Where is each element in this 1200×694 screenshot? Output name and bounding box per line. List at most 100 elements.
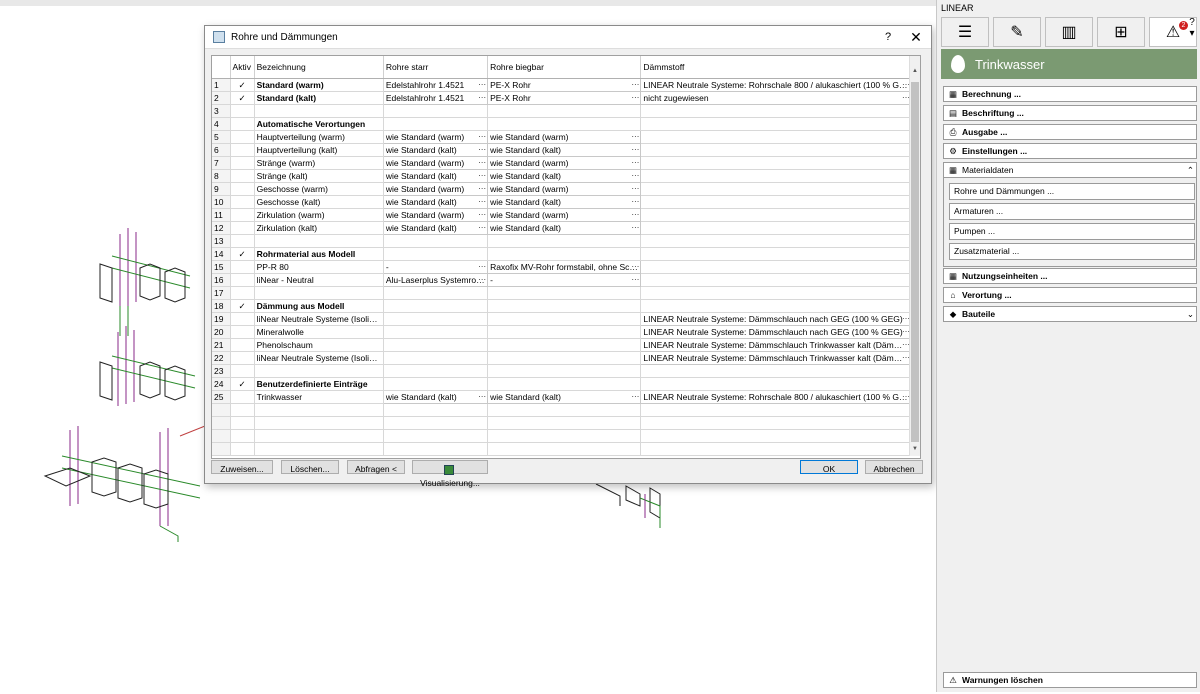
bezeichnung-cell[interactable]: liNear Neutrale Systeme (Isolierschl... [254,312,384,326]
rohre-biegbar-cell[interactable] [487,377,642,391]
header-rohre-starr[interactable]: Rohre starr [383,56,489,79]
aktiv-cell[interactable] [230,260,255,274]
aktiv-cell[interactable] [230,403,255,417]
scroll-thumb[interactable] [911,82,919,442]
table-row[interactable]: 2 ✓ Standard (kalt) Edelstahlrohr 1.4521 ⋯ PE… [212,91,912,105]
rohre-starr-cell[interactable]: Alu-Laserplus Systemrohr,... ⋯ [382,273,489,287]
rohre-starr-cell[interactable]: - ⋯ [382,260,489,274]
rohre-starr-cell[interactable] [383,104,489,118]
daemmstoff-cell[interactable] [640,143,912,157]
bezeichnung-cell[interactable] [254,234,384,248]
rohre-starr-cell[interactable] [383,234,489,248]
rohre-biegbar-cell[interactable]: - ⋯ [487,273,642,287]
rohre-biegbar-cell[interactable]: wie Standard (kalt) ⋯ [487,195,642,209]
rohre-biegbar-cell[interactable]: wie Standard (warm) ⋯ [487,208,642,222]
materialdaten-button[interactable]: ▦ Materialdaten ⌃ [943,162,1197,178]
bezeichnung-cell[interactable] [254,364,384,378]
row-number[interactable]: 20 [212,325,231,339]
rohre-starr-cell[interactable] [383,247,489,261]
bezeichnung-cell[interactable]: Standard (kalt) [254,91,384,105]
row-number[interactable] [212,442,231,456]
rohre-daemmungen-button[interactable]: Rohre und Dämmungen ... [949,183,1195,200]
daemmstoff-cell[interactable] [640,377,912,391]
row-number[interactable]: 1 [212,78,231,92]
rohre-biegbar-cell[interactable] [487,299,642,313]
table-row[interactable]: 4 Automatische Verortungen [212,117,912,131]
bezeichnung-cell[interactable] [254,416,384,430]
scroll-down-arrow-icon[interactable]: ▼ [910,446,920,456]
rohre-biegbar-cell[interactable]: wie Standard (kalt) ⋯ [487,221,642,235]
rohre-starr-cell[interactable] [383,442,489,456]
daemmstoff-cell[interactable] [640,169,912,183]
bezeichnung-cell[interactable]: Geschosse (warm) [254,182,384,196]
row-number[interactable]: 14 [212,247,231,261]
ellipsis-picker-icon[interactable]: ⋯ [478,392,486,403]
table-row[interactable]: 19 liNear Neutrale Systeme (Isolierschl..… [212,312,912,326]
row-number[interactable] [212,416,231,430]
rohre-starr-cell[interactable] [383,429,489,443]
bezeichnung-cell[interactable]: Phenolschaum [254,338,384,352]
daemmstoff-cell[interactable] [640,416,912,430]
bezeichnung-cell[interactable]: Benutzerdefinierte Einträge [254,377,384,391]
delete-button[interactable]: Löschen... [281,460,339,474]
header-rohre-biegbar[interactable]: Rohre biegbar [487,56,642,79]
aktiv-cell[interactable] [230,273,255,287]
row-number[interactable]: 15 [212,260,231,274]
aktiv-cell[interactable]: ✓ [230,91,255,105]
rohre-biegbar-cell[interactable] [487,325,642,339]
daemmstoff-cell[interactable]: LINEAR Neutrale Systeme: Dämmschlauch na… [640,325,912,339]
daemmstoff-cell[interactable]: LINEAR Neutrale Systeme: Dämmschlauch na… [640,312,912,326]
ellipsis-picker-icon[interactable]: ⋯ [478,80,486,91]
pumpen-button[interactable]: Pumpen ... [949,223,1195,240]
rohre-starr-cell[interactable]: wie Standard (kalt) ⋯ [382,390,489,404]
aktiv-cell[interactable] [230,416,255,430]
header-aktiv[interactable]: Aktiv [230,56,255,79]
ellipsis-picker-icon[interactable]: ⋯ [631,262,639,273]
table-row[interactable]: 7 Stränge (warm) wie Standard (warm) ⋯ wie S… [212,156,912,170]
aktiv-cell[interactable] [230,286,255,300]
rohre-starr-cell[interactable] [383,299,489,313]
tab-sliders[interactable]: ☰ [941,17,989,47]
daemmstoff-cell[interactable] [640,299,912,313]
aktiv-cell[interactable]: ✓ [230,78,255,92]
table-row[interactable] [212,442,912,456]
rohre-starr-cell[interactable]: Edelstahlrohr 1.4521 ⋯ [382,78,489,92]
row-number[interactable] [212,429,231,443]
aktiv-cell[interactable] [230,221,255,235]
ausgabe-button[interactable]: ⎙ Ausgabe ... [943,124,1197,140]
header-bezeichnung[interactable]: Bezeichnung [254,56,384,79]
rohre-biegbar-cell[interactable] [487,403,642,417]
ellipsis-picker-icon[interactable]: ⋯ [631,80,639,91]
aktiv-cell[interactable] [230,117,255,131]
rohre-starr-cell[interactable] [383,312,489,326]
rohre-starr-cell[interactable] [383,338,489,352]
ellipsis-picker-icon[interactable]: ⋯ [631,145,639,156]
daemmstoff-cell[interactable] [640,221,912,235]
bezeichnung-cell[interactable]: Trinkwasser [254,390,384,404]
daemmstoff-cell[interactable] [640,364,912,378]
rohre-starr-cell[interactable]: wie Standard (kalt) ⋯ [382,221,489,235]
row-number[interactable]: 16 [212,273,231,287]
aktiv-cell[interactable] [230,390,255,404]
verortung-button[interactable]: ⌂ Verortung ... [943,287,1197,303]
ellipsis-picker-icon[interactable]: ⋯ [478,210,486,221]
aktiv-cell[interactable] [230,442,255,456]
table-row[interactable] [212,416,912,430]
einstellungen-button[interactable]: ⚙ Einstellungen ... [943,143,1197,159]
table-row[interactable]: 11 Zirkulation (warm) wie Standard (warm) ⋯… [212,208,912,222]
bezeichnung-cell[interactable] [254,403,384,417]
row-number[interactable]: 17 [212,286,231,300]
berechnung-button[interactable]: ▦ Berechnung ... [943,86,1197,102]
daemmstoff-cell[interactable]: LINEAR Neutrale Systeme: Dämmschlauch Tr… [640,351,912,365]
ellipsis-picker-icon[interactable]: ⋯ [631,210,639,221]
rohre-starr-cell[interactable]: wie Standard (warm) ⋯ [382,208,489,222]
row-number[interactable]: 23 [212,364,231,378]
row-number[interactable]: 12 [212,221,231,235]
rohre-starr-cell[interactable]: wie Standard (warm) ⋯ [382,156,489,170]
bezeichnung-cell[interactable]: Mineralwolle [254,325,384,339]
aktiv-cell[interactable]: ✓ [230,377,255,391]
daemmstoff-cell[interactable] [640,247,912,261]
rohre-biegbar-cell[interactable] [487,364,642,378]
aktiv-cell[interactable] [230,104,255,118]
daemmstoff-cell[interactable]: LINEAR Neutrale Systeme: Rohrschale 800 … [640,78,912,92]
